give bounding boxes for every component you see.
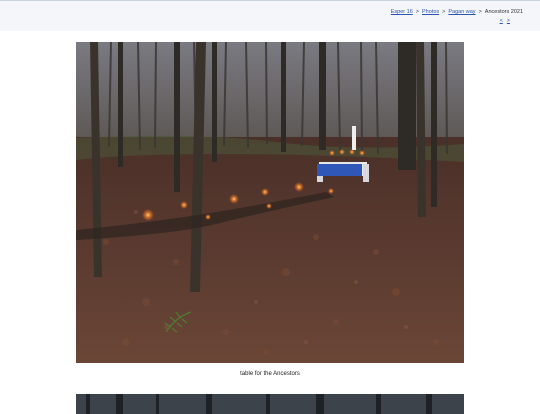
photo-caption: table for the Ancestors bbox=[240, 371, 300, 377]
breadcrumb-separator: > bbox=[415, 9, 419, 15]
breadcrumb-separator: > bbox=[442, 9, 446, 15]
next-photo-preview bbox=[76, 394, 464, 414]
forest-ancestors-table-image bbox=[76, 42, 464, 363]
pager: < > bbox=[496, 18, 510, 24]
breadcrumb-link-pagan-way[interactable]: Pagan way bbox=[448, 9, 475, 15]
breadcrumb-link-photos[interactable]: Photos bbox=[422, 9, 439, 15]
breadcrumb: Esper 16 > Photos > Pagan way > Ancestors 2021 bbox=[391, 9, 523, 15]
breadcrumb-link-esper16[interactable]: Esper 16 bbox=[391, 9, 413, 15]
previous-photo-link[interactable]: < bbox=[500, 18, 503, 24]
top-bar: Esper 16 > Photos > Pagan way > Ancestors 2021… bbox=[0, 0, 540, 31]
forest-preview-image bbox=[76, 394, 464, 414]
breadcrumb-current: Ancestors 2021 bbox=[484, 9, 523, 15]
breadcrumb-separator: > bbox=[478, 9, 482, 15]
main-photo bbox=[76, 42, 464, 363]
next-photo-link[interactable]: > bbox=[507, 18, 510, 24]
